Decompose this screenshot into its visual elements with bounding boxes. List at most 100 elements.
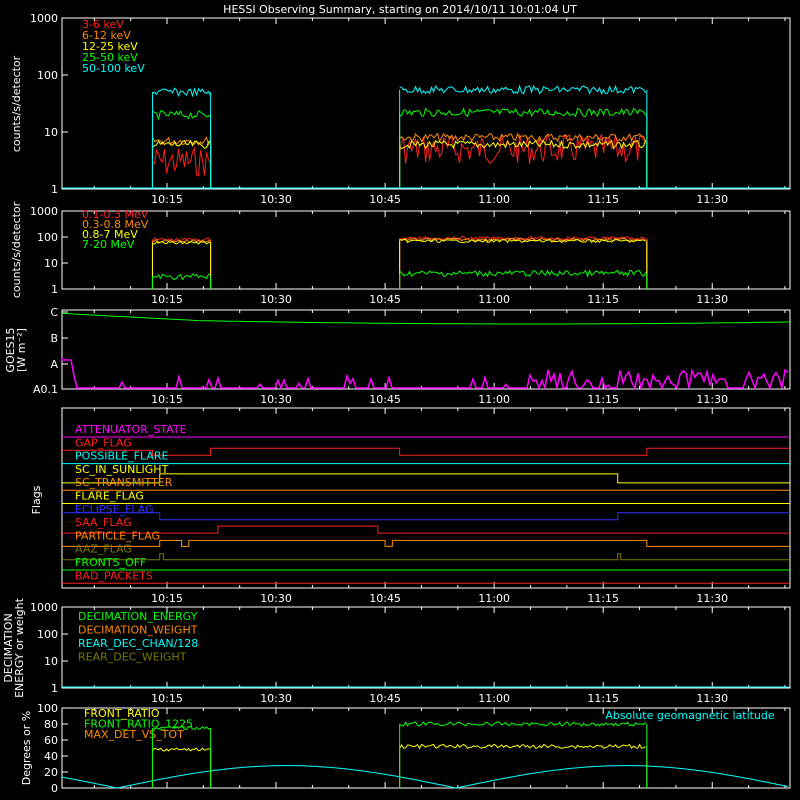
y-axis-label: counts/s/detector: [10, 55, 23, 152]
flag-label: FRONTS_OFF: [75, 556, 146, 569]
y-tick-label: 80: [44, 718, 58, 731]
series-line: [399, 721, 646, 727]
x-tick-label: 11:00: [478, 692, 510, 705]
x-tick-label: 10:45: [369, 293, 401, 306]
goes-long-line: [61, 312, 791, 325]
series-line: [152, 146, 211, 177]
y-axis-unit: [W m⁻²]: [15, 328, 28, 372]
panel-decimation: 10:15 10:30 10:45 11:00 11:15 11:30 1 10 100 1000…: [2, 597, 791, 705]
panel-light-curves: 10:15 10:30 10:45 11:00 11:15 11:30 1 10 100 1000…: [10, 12, 791, 206]
flag-label: POSSIBLE_FLARE: [75, 450, 169, 463]
y-tick-label: A: [50, 358, 58, 371]
series-line: [399, 269, 647, 278]
flag-label: AAZ_FLAG: [75, 543, 132, 556]
x-tick-label: 10:15: [151, 393, 183, 406]
x-tick-label: 10:30: [260, 293, 292, 306]
y-tick-label: 1000: [30, 205, 58, 218]
y-tick-label: 1000: [30, 12, 58, 25]
x-tick-label: 11:15: [587, 293, 619, 306]
annotation: Absolute geomagnetic latitude: [605, 709, 775, 722]
y-tick-label: 100: [37, 231, 58, 244]
legend-entry: 50-100 keV: [82, 62, 145, 75]
flag-label: GAP_FLAG: [75, 436, 132, 449]
figure-canvas: HESSI Observing Summary, starting on 201…: [2, 3, 791, 795]
flag-line: [62, 525, 790, 534]
flag-line: [62, 553, 790, 561]
series-line: [399, 107, 647, 118]
panel-frame: [61, 17, 791, 190]
panel-frame: [61, 309, 791, 390]
y-axis-label: counts/s/detector: [10, 201, 23, 298]
flag-label: FLARE_FLAG: [75, 490, 144, 503]
x-tick-label: 11:30: [696, 293, 728, 306]
x-tick-label: 11:00: [478, 393, 510, 406]
legend-entry: DECIMATION_ENERGY: [78, 610, 198, 623]
panel-gamma-curves: 10:15 10:30 10:45 11:00 11:15 11:30 1 10 100 1000…: [10, 201, 791, 306]
y-tick-label: 100: [37, 702, 58, 715]
hessi-summary-figure: HESSI Observing Summary, starting on 201…: [0, 0, 800, 800]
flag-line: [62, 447, 790, 456]
series-line: [399, 743, 646, 750]
x-tick-label: 10:45: [369, 692, 401, 705]
x-tick-label: 11:30: [696, 692, 728, 705]
y-tick-label: 20: [44, 766, 58, 779]
x-tick-label: 10:15: [151, 293, 183, 306]
x-tick-label: 11:15: [587, 393, 619, 406]
legend-entry: MAX_DET_VS_TOT: [84, 728, 184, 741]
flag-label: ATTENUATOR_STATE: [75, 423, 187, 436]
series-line: [152, 273, 211, 281]
x-tick-label: 11:30: [696, 393, 728, 406]
x-tick-label: 10:15: [151, 592, 183, 605]
panel-ratios: 020406080100Degrees or % FRONT_RATIOFRONT…: [20, 702, 791, 795]
flag-label: BAD_PACKETS: [75, 569, 153, 582]
x-tick-label: 10:30: [260, 692, 292, 705]
y-tick-label: 10: [44, 655, 58, 668]
panel-goes: 10:15 10:30 10:45 11:00 11:15 11:30A0.1ABCGOE…: [4, 306, 791, 406]
legend-entry: DECIMATION_WEIGHT: [78, 624, 198, 637]
flag-label: ECLIPSE_FLAG: [75, 503, 154, 516]
legend-entry: REAR_DEC_WEIGHT: [78, 651, 187, 664]
y-tick-label: 60: [44, 734, 58, 747]
x-tick-label: 10:15: [151, 193, 183, 206]
flag-label: SAA_FLAG: [75, 516, 132, 529]
y-axis-label: Flags: [30, 485, 43, 514]
legend-entry: 7-20 MeV: [82, 238, 135, 251]
geomagnetic-latitude-line: [61, 765, 789, 789]
panel-flags: 10:15 10:30 10:45 11:00 11:15 11:30 Flags ATTEN…: [30, 407, 791, 605]
y-tick-label: 100: [37, 628, 58, 641]
y-axis-label-2: ENERGY or weight: [13, 597, 26, 697]
x-tick-label: 11:15: [587, 692, 619, 705]
x-tick-label: 11:00: [478, 592, 510, 605]
flag-line: [62, 539, 790, 547]
x-tick-label: 10:15: [151, 692, 183, 705]
y-tick-label: 1: [51, 682, 58, 695]
y-tick-label: 1000: [30, 601, 58, 614]
x-tick-label: 11:15: [587, 592, 619, 605]
flag-line: [62, 512, 790, 521]
x-tick-label: 10:45: [369, 393, 401, 406]
y-tick-label: 10: [44, 257, 58, 270]
y-tick-label: B: [50, 332, 58, 345]
x-tick-label: 10:30: [260, 592, 292, 605]
x-tick-label: 10:45: [369, 592, 401, 605]
legend-entry: REAR_DEC_CHAN/128: [78, 637, 198, 650]
series-line: [152, 109, 211, 121]
x-tick-label: 10:30: [260, 193, 292, 206]
series-line: [399, 133, 647, 164]
x-tick-label: 11:30: [696, 592, 728, 605]
x-tick-label: 11:00: [478, 193, 510, 206]
flag-label: SC_IN_SUNLIGHT: [75, 463, 169, 476]
y-tick-label: 1: [51, 283, 58, 296]
flag-label: SC_TRANSMITTER: [75, 476, 173, 489]
x-tick-label: 11:15: [587, 193, 619, 206]
y-tick-label: 0: [51, 782, 58, 795]
y-axis-label: Degrees or %: [20, 711, 33, 785]
y-tick-label: 1: [51, 183, 58, 196]
goes-short-line: [61, 358, 789, 391]
series-line: [399, 84, 647, 95]
x-tick-label: 11:00: [478, 293, 510, 306]
y-tick-label: A0.1: [33, 383, 58, 396]
y-tick-label: 100: [37, 69, 58, 82]
y-tick-label: 10: [44, 126, 58, 139]
x-tick-label: 10:45: [369, 193, 401, 206]
